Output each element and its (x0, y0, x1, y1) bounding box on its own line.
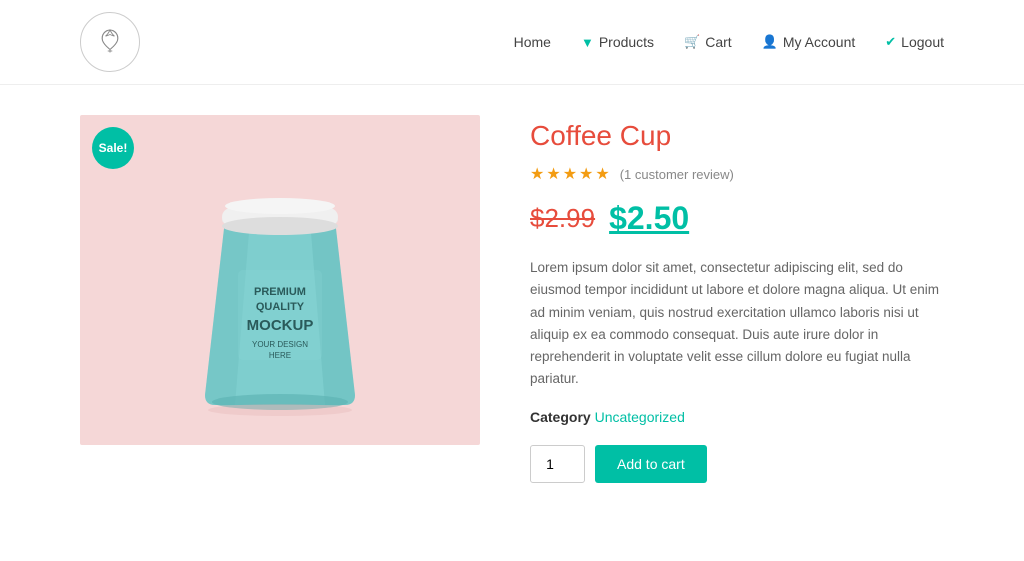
star-rating: ★★★★★ (530, 164, 612, 184)
cart-icon: 🛒 (684, 34, 700, 50)
nav-logout-label: Logout (901, 34, 944, 50)
add-to-cart-button[interactable]: Add to cart (595, 445, 707, 483)
chevron-down-icon: ▼ (581, 35, 594, 50)
nav-products-label: Products (599, 34, 654, 50)
price-new: $2.50 (609, 200, 689, 237)
review-count: (1 customer review) (620, 167, 734, 182)
nav-logout[interactable]: ✔ Logout (885, 34, 944, 50)
product-description: Lorem ipsum dolor sit amet, consectetur … (530, 257, 944, 391)
user-icon: 👤 (762, 34, 778, 50)
svg-text:YOUR DESIGN: YOUR DESIGN (252, 340, 308, 349)
site-logo[interactable] (80, 12, 140, 72)
logo-bird-icon (95, 24, 125, 60)
category-value: Uncategorized (595, 409, 685, 425)
nav-my-account-label: My Account (783, 34, 855, 50)
product-details: Coffee Cup ★★★★★ (1 customer review) $2.… (530, 115, 944, 483)
sale-badge: Sale! (92, 127, 134, 169)
product-title: Coffee Cup (530, 120, 944, 152)
nav-products[interactable]: ▼ Products (581, 34, 654, 50)
category-row: Category Uncategorized (530, 409, 944, 425)
category-label: Category (530, 409, 591, 425)
nav-cart-label: Cart (705, 34, 731, 50)
rating-row: ★★★★★ (1 customer review) (530, 164, 944, 184)
nav-home[interactable]: Home (514, 34, 551, 50)
svg-text:MOCKUP: MOCKUP (247, 317, 314, 334)
add-to-cart-row: Add to cart (530, 445, 944, 483)
svg-text:HERE: HERE (269, 351, 291, 360)
svg-text:PREMIUM: PREMIUM (254, 286, 306, 298)
svg-text:QUALITY: QUALITY (256, 301, 305, 313)
nav-cart[interactable]: 🛒 Cart (684, 34, 732, 50)
nav-my-account[interactable]: 👤 My Account (762, 34, 856, 50)
price-old: $2.99 (530, 203, 595, 234)
product-image: PREMIUM QUALITY MOCKUP YOUR DESIGN HERE (170, 115, 390, 445)
nav-home-label: Home (514, 34, 551, 50)
main-content: Sale! PR (0, 85, 1024, 513)
product-image-area: Sale! PR (80, 115, 480, 445)
main-nav: Home ▼ Products 🛒 Cart 👤 My Account ✔ Lo… (514, 34, 944, 50)
quantity-input[interactable] (530, 445, 585, 483)
check-icon: ✔ (885, 34, 896, 50)
site-header: Home ▼ Products 🛒 Cart 👤 My Account ✔ Lo… (0, 0, 1024, 85)
price-row: $2.99 $2.50 (530, 200, 944, 237)
